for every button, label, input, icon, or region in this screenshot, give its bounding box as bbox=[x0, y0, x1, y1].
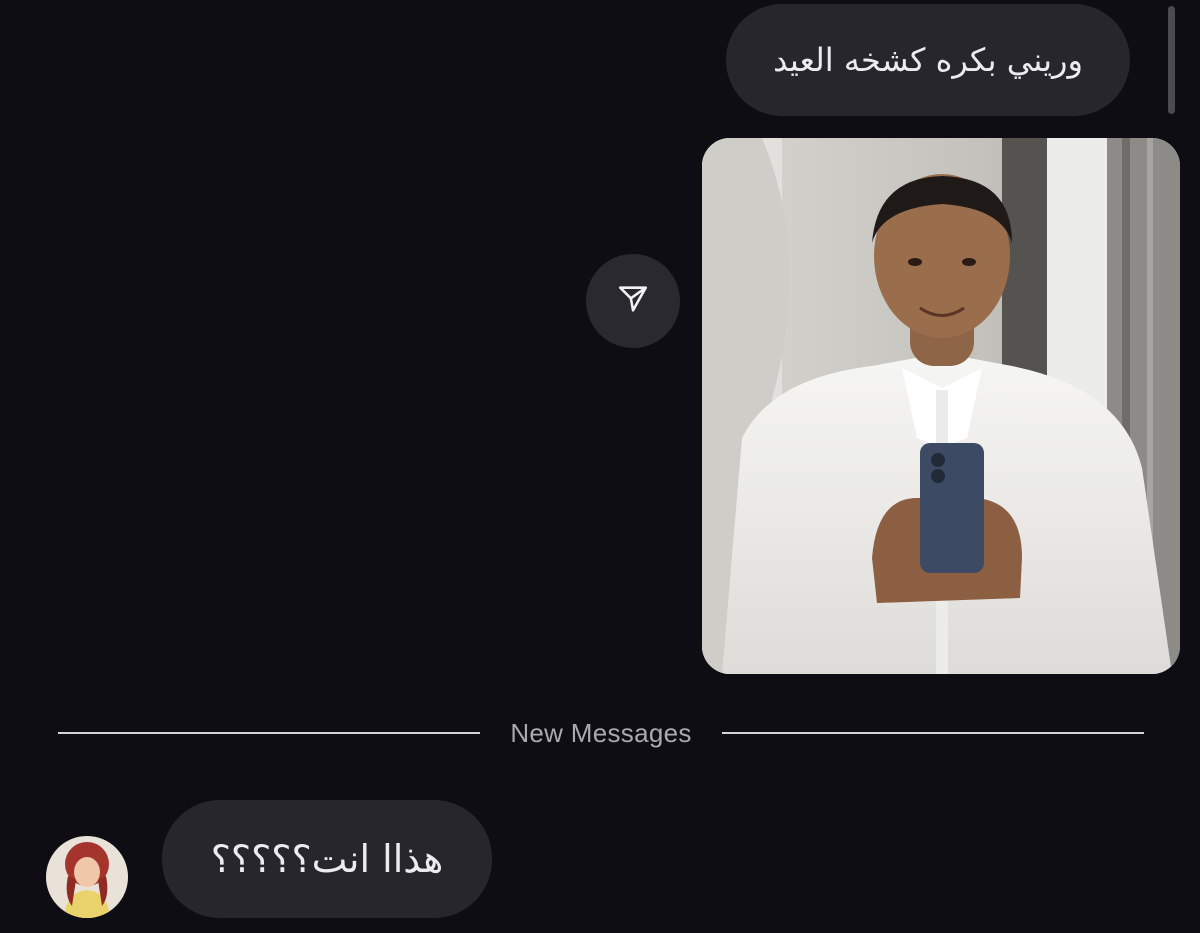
shared-photo[interactable] bbox=[702, 138, 1180, 674]
sender-avatar[interactable] bbox=[46, 836, 128, 918]
outgoing-message-bubble[interactable]: وريني بكره كشخه العيد bbox=[726, 4, 1130, 116]
scrollbar[interactable] bbox=[1168, 6, 1175, 114]
incoming-message-text: هذاا انت؟؟؟؟؟ bbox=[210, 837, 444, 881]
divider-line-left bbox=[58, 732, 481, 734]
new-messages-label: New Messages bbox=[510, 717, 692, 748]
outgoing-message-text: وريني بكره كشخه العيد bbox=[773, 41, 1083, 79]
incoming-message-bubble[interactable]: هذاا انت؟؟؟؟؟ bbox=[162, 800, 492, 918]
chat-screen: وريني بكره كشخه العيد New Messages هذاا … bbox=[0, 0, 1200, 933]
share-button[interactable] bbox=[586, 254, 680, 348]
new-messages-divider: New Messages bbox=[58, 715, 1144, 751]
paper-plane-icon bbox=[616, 282, 650, 320]
divider-line-right bbox=[721, 732, 1144, 734]
